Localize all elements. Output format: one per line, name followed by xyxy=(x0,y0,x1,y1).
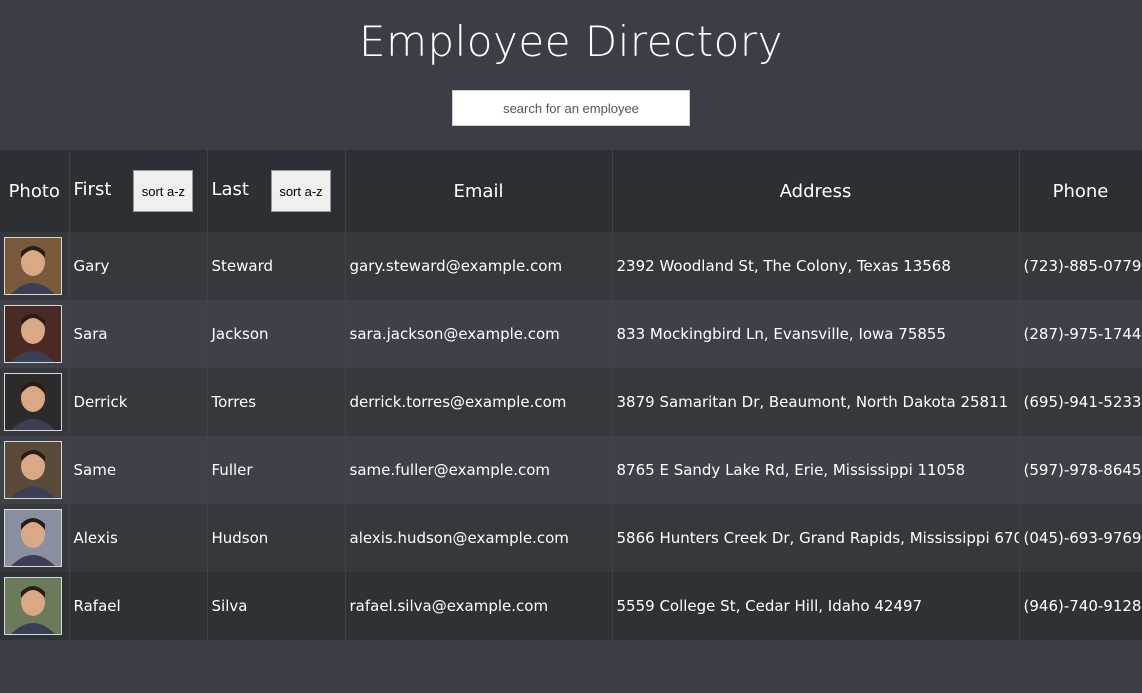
last-cell: Steward xyxy=(207,232,346,300)
page-title: Employee Directory xyxy=(359,17,783,66)
sort-first-button[interactable]: sort a-z xyxy=(133,170,194,212)
employee-photo xyxy=(4,373,62,431)
photo-cell xyxy=(0,504,70,572)
employee-photo xyxy=(4,305,62,363)
phone-cell: (695)-941-5233 xyxy=(1019,368,1142,436)
column-header-phone: Phone xyxy=(1019,150,1142,232)
table-header-row: Photo First sort a-z Last sort a-z Email… xyxy=(0,150,1142,232)
address-cell: 2392 Woodland St, The Colony, Texas 1356… xyxy=(612,232,1020,300)
address-cell: 3879 Samaritan Dr, Beaumont, North Dakot… xyxy=(612,368,1020,436)
avatar-image xyxy=(5,578,61,634)
avatar-image xyxy=(5,306,61,362)
sort-last-button[interactable]: sort a-z xyxy=(271,170,331,212)
table-row: Same Fuller same.fuller@example.com 8765 E … xyxy=(0,436,1142,504)
column-header-photo: Photo xyxy=(0,150,70,232)
table-row: Gary Steward gary.steward@example.com 2392 … xyxy=(0,232,1142,300)
address-cell: 8765 E Sandy Lake Rd, Erie, Mississippi … xyxy=(612,436,1020,504)
email-cell[interactable]: rafael.silva@example.com xyxy=(345,572,613,640)
phone-cell: (597)-978-8645 xyxy=(1019,436,1142,504)
avatar-image xyxy=(5,238,61,294)
last-cell: Silva xyxy=(207,572,346,640)
photo-cell xyxy=(0,368,70,436)
email-cell[interactable]: sara.jackson@example.com xyxy=(345,300,613,368)
column-header-last-label: Last xyxy=(211,178,250,200)
photo-cell xyxy=(0,232,70,300)
photo-cell xyxy=(0,436,70,504)
email-cell[interactable]: same.fuller@example.com xyxy=(345,436,613,504)
address-cell: 833 Mockingbird Ln, Evansville, Iowa 758… xyxy=(612,300,1020,368)
photo-cell xyxy=(0,300,70,368)
avatar-image xyxy=(5,374,61,430)
table-row: Sara Jackson sara.jackson@example.com 833 M… xyxy=(0,300,1142,368)
employee-photo xyxy=(4,237,62,295)
first-cell: Rafael xyxy=(69,572,208,640)
phone-cell: (946)-740-9128 xyxy=(1019,572,1142,640)
column-header-first-label: First xyxy=(73,178,112,200)
email-cell[interactable]: gary.steward@example.com xyxy=(345,232,613,300)
table-row: Rafael Silva rafael.silva@example.com 5559 … xyxy=(0,572,1142,640)
last-cell: Jackson xyxy=(207,300,346,368)
column-header-email: Email xyxy=(345,150,613,232)
phone-cell: (287)-975-1744 xyxy=(1019,300,1142,368)
phone-cell: (045)-693-9769 xyxy=(1019,504,1142,572)
address-cell: 5559 College St, Cedar Hill, Idaho 42497 xyxy=(612,572,1020,640)
employee-table: Photo First sort a-z Last sort a-z Email… xyxy=(0,150,1142,640)
phone-cell: (723)-885-0779 xyxy=(1019,232,1142,300)
employee-photo xyxy=(4,509,62,567)
first-cell: Sara xyxy=(69,300,208,368)
email-cell[interactable]: alexis.hudson@example.com xyxy=(345,504,613,572)
first-cell: Same xyxy=(69,436,208,504)
column-header-last: Last sort a-z xyxy=(207,150,346,232)
avatar-image xyxy=(5,510,61,566)
first-cell: Derrick xyxy=(69,368,208,436)
last-cell: Torres xyxy=(207,368,346,436)
address-cell: 5866 Hunters Creek Dr, Grand Rapids, Mis… xyxy=(612,504,1020,572)
column-header-address: Address xyxy=(612,150,1020,232)
first-cell: Gary xyxy=(69,232,208,300)
email-cell[interactable]: derrick.torres@example.com xyxy=(345,368,613,436)
avatar-image xyxy=(5,442,61,498)
table-row: Derrick Torres derrick.torres@example.com 3… xyxy=(0,368,1142,436)
table-row: Alexis Hudson alexis.hudson@example.com 586… xyxy=(0,504,1142,572)
last-cell: Hudson xyxy=(207,504,346,572)
photo-cell xyxy=(0,572,70,640)
first-cell: Alexis xyxy=(69,504,208,572)
last-cell: Fuller xyxy=(207,436,346,504)
employee-photo xyxy=(4,577,62,635)
search-input[interactable] xyxy=(452,90,690,126)
page-header: Employee Directory xyxy=(0,0,1142,150)
employee-photo xyxy=(4,441,62,499)
column-header-first: First sort a-z xyxy=(69,150,208,232)
